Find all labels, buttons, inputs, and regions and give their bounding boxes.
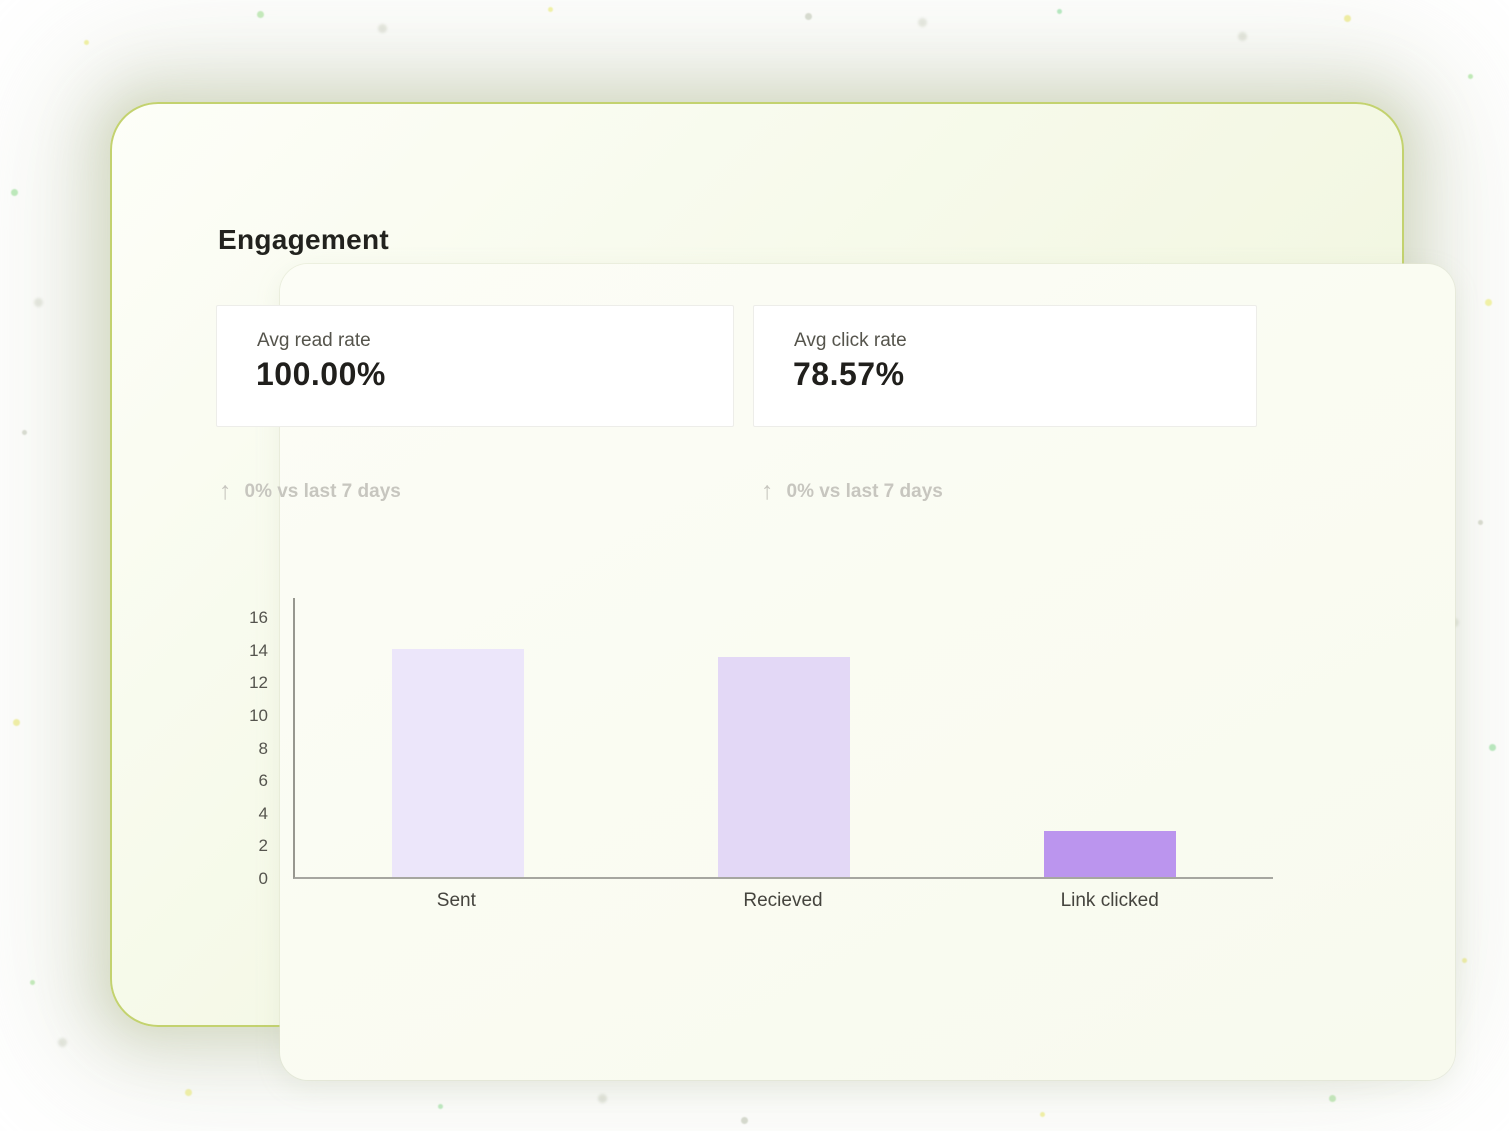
bar-link-clicked[interactable] xyxy=(1044,831,1176,877)
bar-band xyxy=(295,598,621,877)
x-axis-label-sent: Sent xyxy=(436,890,476,911)
delta-click-rate-text: 0% vs last 7 days xyxy=(786,481,943,502)
delta-read-rate-text: 0% vs last 7 days xyxy=(244,481,401,502)
x-axis-label-link-clicked: Link clicked xyxy=(1060,890,1159,911)
bar-recieved[interactable] xyxy=(718,656,850,877)
bar-band xyxy=(621,598,947,877)
stat-value-click-rate: 78.57% xyxy=(793,356,905,392)
panel-title: Engagement xyxy=(218,224,390,255)
y-tick-label: 10 xyxy=(249,705,268,725)
y-tick-label: 6 xyxy=(258,771,268,791)
page: Engagement Avg read rate 100.00% Avg cli… xyxy=(0,0,1509,1131)
y-tick-label: 8 xyxy=(258,738,268,758)
stat-card-read-rate: Avg read rate 100.00% xyxy=(216,305,734,427)
x-axis-label-recieved: Recieved xyxy=(743,890,823,911)
delta-read-rate: ↑ 0% vs last 7 days xyxy=(219,476,401,508)
y-axis: 0 2 4 6 8 10 12 14 16 xyxy=(180,598,280,888)
y-tick-label: 2 xyxy=(258,836,268,856)
y-tick-label: 12 xyxy=(249,673,268,693)
bar-band xyxy=(947,598,1273,877)
y-tick-label: 0 xyxy=(258,869,268,888)
up-arrow-icon: ↑ xyxy=(761,476,774,505)
stat-label-read-rate: Avg read rate xyxy=(257,330,371,351)
stat-value-read-rate: 100.00% xyxy=(256,356,386,392)
y-tick-label: 16 xyxy=(249,608,268,627)
delta-click-rate: ↑ 0% vs last 7 days xyxy=(761,476,943,508)
x-axis-labels: Sent Recieved Link clicked xyxy=(293,890,1273,912)
stat-label-click-rate: Avg click rate xyxy=(794,330,907,351)
background-noise-speckles-gray xyxy=(0,0,5,5)
y-tick-label: 14 xyxy=(249,640,268,660)
stat-card-click-rate: Avg click rate 78.57% xyxy=(753,305,1257,427)
y-tick-label: 4 xyxy=(258,803,268,823)
bar-plot xyxy=(293,598,1273,879)
bar-sent[interactable] xyxy=(392,648,524,877)
up-arrow-icon: ↑ xyxy=(219,476,232,505)
